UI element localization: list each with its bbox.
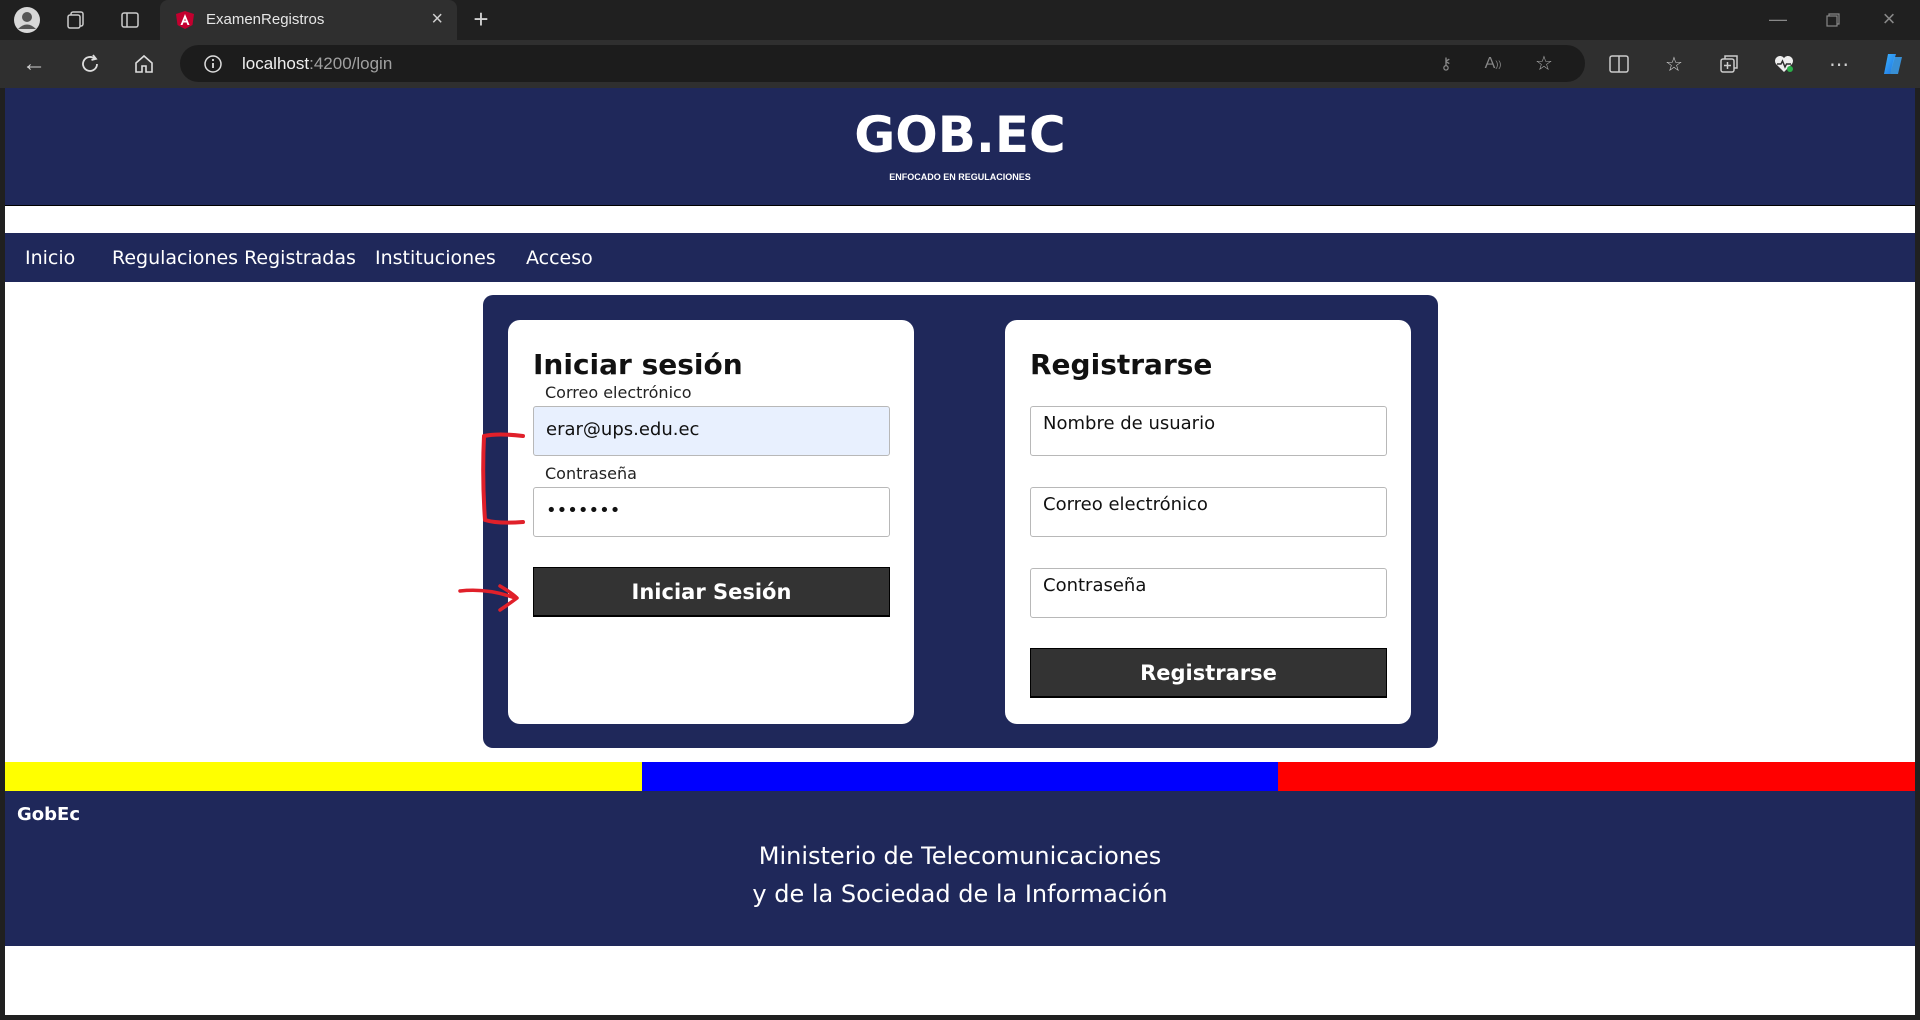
window-close-icon[interactable]: × [1876, 6, 1902, 32]
register-username-input[interactable]: Nombre de usuario [1030, 406, 1387, 456]
url-path: :4200/login [309, 54, 393, 73]
favorites-icon[interactable]: ☆ [1660, 50, 1688, 78]
address-bar[interactable]: localhost:4200/login ⚷ A)) ☆ [180, 45, 1585, 82]
main-nav: Inicio Regulaciones Registradas Instituc… [5, 233, 1915, 282]
login-password-value: ••••••• [546, 500, 621, 521]
register-password-input[interactable]: Contraseña [1030, 568, 1387, 618]
back-icon[interactable]: ← [20, 50, 48, 78]
minimize-icon[interactable]: — [1765, 6, 1791, 32]
tab-actions-icon[interactable] [118, 8, 142, 32]
site-header: GOB.EC ENFOCADO EN REGULACIONES [5, 88, 1915, 206]
read-aloud-icon[interactable]: A)) [1480, 53, 1506, 75]
flag-stripe [5, 762, 1915, 791]
flag-yellow-band [5, 762, 642, 791]
browser-tabbar: ExamenRegistros × + — × [0, 0, 1920, 40]
browser-toolbar: ← localhost:4200/login ⚷ A)) ☆ ☆ ⋯ [0, 40, 1920, 88]
angular-favicon [174, 9, 196, 31]
auth-panel: Iniciar sesión Correo electrónico erar@u… [483, 295, 1438, 748]
login-password-input[interactable]: ••••••• [533, 487, 890, 537]
key-icon[interactable]: ⚷ [1435, 53, 1457, 75]
tab-title: ExamenRegistros [206, 11, 325, 28]
username-placeholder: Nombre de usuario [1043, 413, 1216, 434]
email-label: Correo electrónico [545, 383, 692, 402]
register-button[interactable]: Registrarse [1030, 648, 1387, 698]
site-subtitle: ENFOCADO EN REGULACIONES [889, 172, 1031, 182]
split-screen-icon[interactable] [1606, 51, 1632, 77]
login-button[interactable]: Iniciar Sesión [533, 567, 890, 617]
url-host: localhost [242, 54, 310, 73]
collections-icon[interactable] [64, 8, 88, 32]
footer-ministry-line2: y de la Sociedad de la Información [752, 880, 1168, 908]
login-email-input[interactable]: erar@ups.edu.ec [533, 406, 890, 456]
profile-icon[interactable] [12, 5, 42, 35]
home-icon[interactable] [130, 50, 158, 78]
browser-tab[interactable]: ExamenRegistros × [160, 0, 457, 40]
close-icon[interactable]: × [431, 8, 443, 31]
footer-brand: GobEc [17, 804, 80, 825]
nav-item-inicio[interactable]: Inicio [25, 247, 75, 269]
register-title: Registrarse [1030, 348, 1213, 381]
footer-ministry-line1: Ministerio de Telecomunicaciones [758, 842, 1162, 870]
favorite-icon[interactable]: ☆ [1532, 51, 1556, 75]
login-card: Iniciar sesión Correo electrónico erar@u… [508, 320, 914, 724]
collections-icon[interactable] [1716, 51, 1742, 77]
flag-blue-band [641, 762, 1279, 791]
restore-icon[interactable] [1820, 8, 1846, 32]
health-icon[interactable] [1770, 51, 1798, 77]
new-tab-icon[interactable]: + [468, 4, 494, 34]
password-placeholder: Contraseña [1043, 575, 1147, 596]
site-title: GOB.EC [854, 106, 1066, 164]
login-email-value: erar@ups.edu.ec [546, 419, 700, 440]
site-footer: GobEc Ministerio de Telecomunicaciones y… [5, 791, 1915, 946]
nav-item-regulaciones[interactable]: Regulaciones Registradas [112, 247, 356, 269]
info-icon[interactable] [202, 53, 224, 75]
nav-item-acceso[interactable]: Acceso [526, 247, 593, 269]
email-placeholder: Correo electrónico [1043, 494, 1208, 515]
copilot-icon[interactable] [1878, 49, 1908, 79]
more-icon[interactable]: ⋯ [1825, 50, 1853, 78]
page-viewport: GOB.EC ENFOCADO EN REGULACIONES Inicio R… [5, 88, 1915, 1015]
register-card: Registrarse Nombre de usuario Correo ele… [1005, 320, 1411, 724]
refresh-icon[interactable] [76, 50, 104, 78]
nav-item-instituciones[interactable]: Instituciones [375, 247, 496, 269]
password-label: Contraseña [545, 464, 637, 483]
flag-red-band [1278, 762, 1915, 791]
login-title: Iniciar sesión [533, 348, 743, 381]
register-email-input[interactable]: Correo electrónico [1030, 487, 1387, 537]
